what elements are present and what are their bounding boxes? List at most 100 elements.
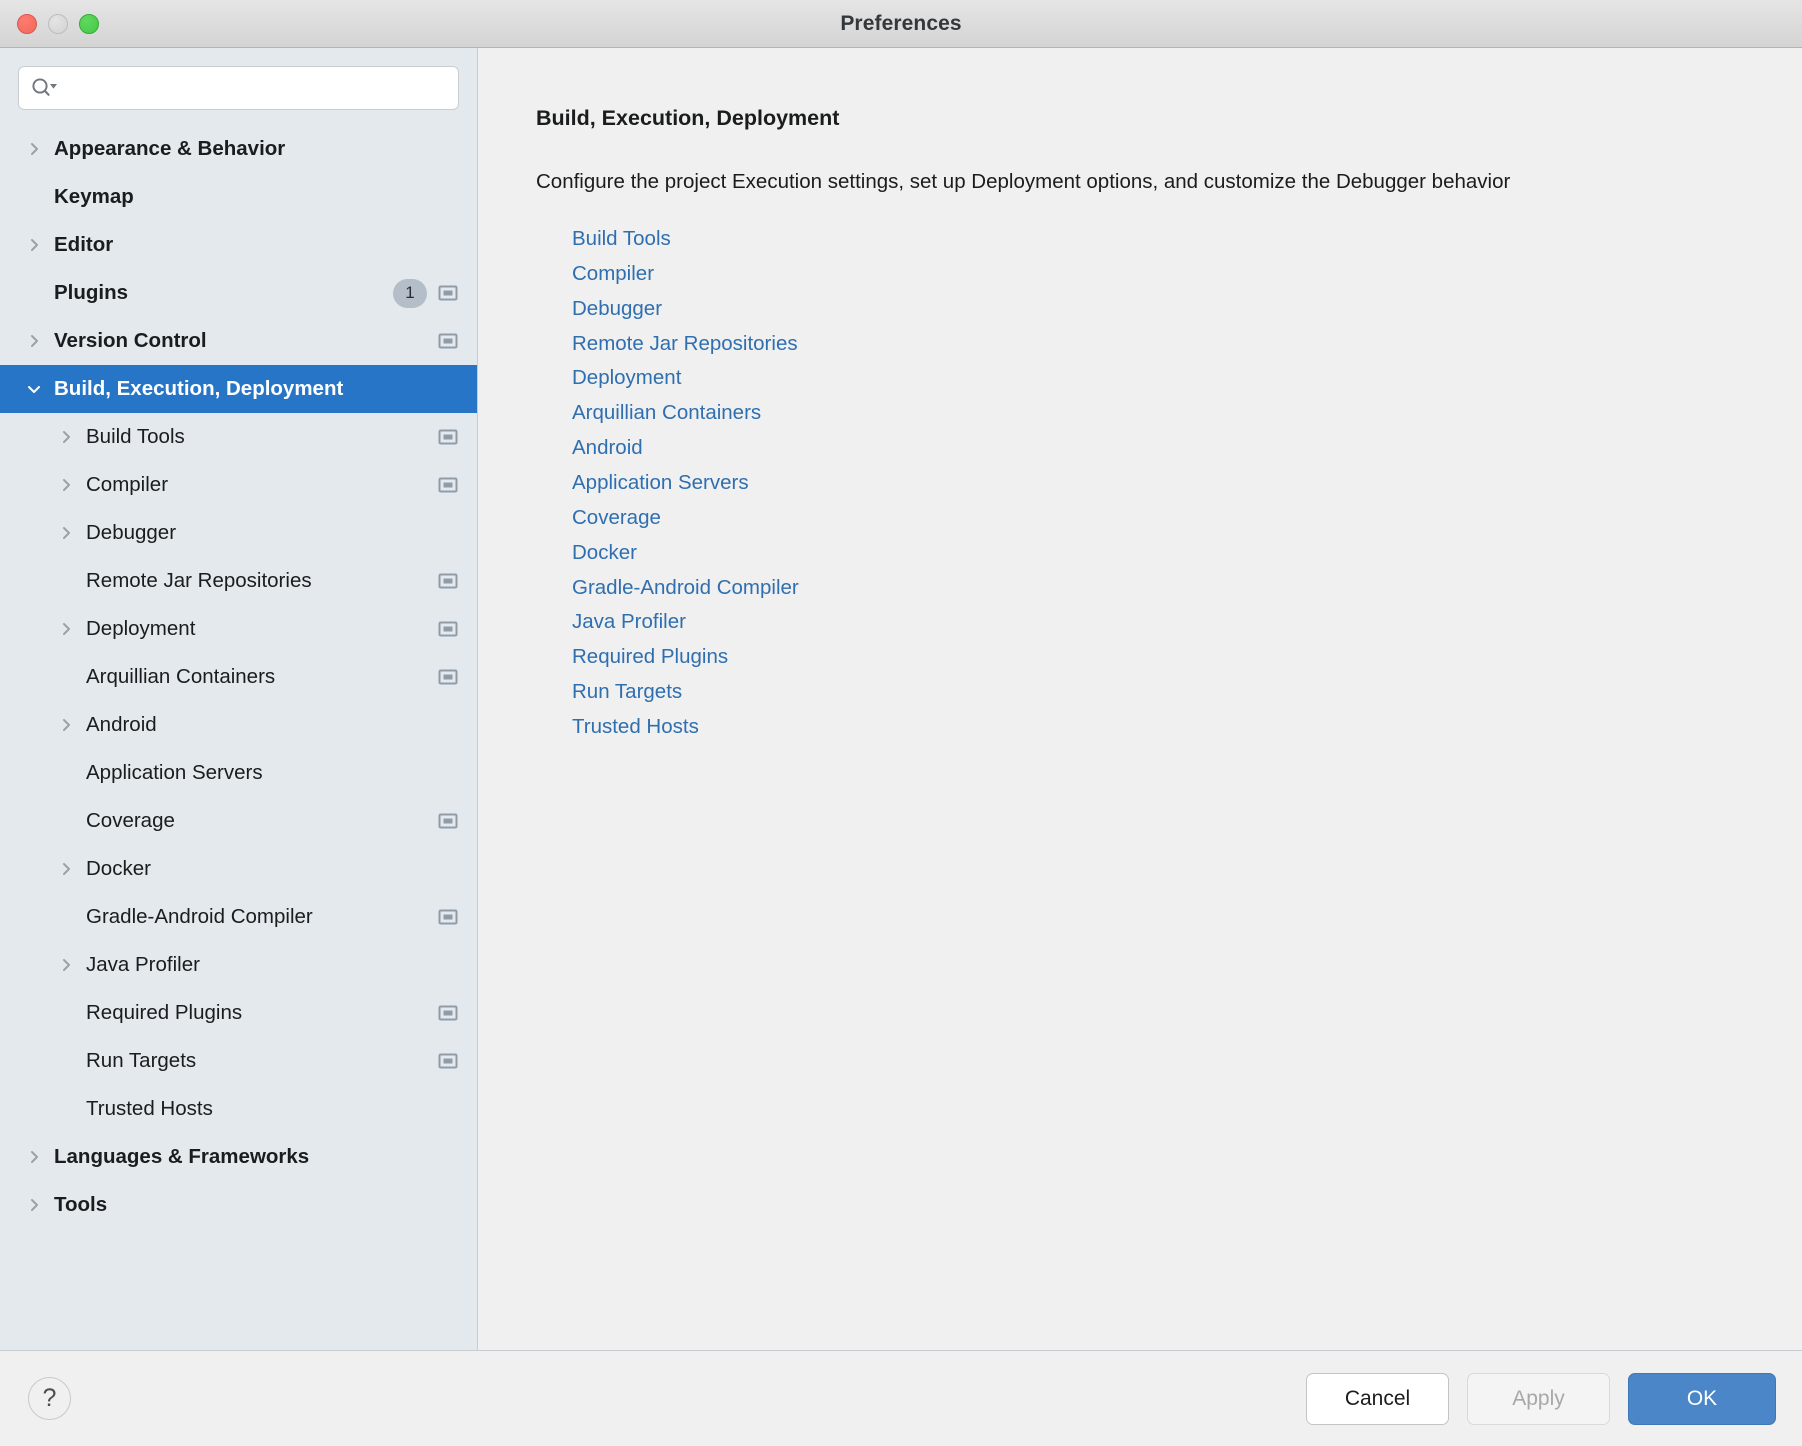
- sidebar-item-debugger[interactable]: Debugger: [0, 509, 477, 557]
- subpage-link[interactable]: Trusted Hosts: [572, 710, 699, 745]
- sidebar-item-label: Build Tools: [86, 425, 185, 448]
- subpage-link[interactable]: Gradle-Android Compiler: [572, 571, 799, 606]
- subpage-link[interactable]: Build Tools: [572, 222, 671, 257]
- sidebar-item-version-control[interactable]: Version Control: [0, 317, 477, 365]
- sidebar-item-arquillian-containers[interactable]: Arquillian Containers: [0, 653, 477, 701]
- sidebar-item-tools[interactable]: Tools: [0, 1181, 477, 1229]
- sidebar-item-compiler[interactable]: Compiler: [0, 461, 477, 509]
- subpage-link[interactable]: Debugger: [572, 292, 662, 327]
- sidebar-item-appearance-behavior[interactable]: Appearance & Behavior: [0, 125, 477, 173]
- dialog-footer: ? Cancel Apply OK: [0, 1350, 1802, 1446]
- search-input[interactable]: [61, 78, 448, 98]
- chevron-right-icon[interactable]: [58, 413, 84, 461]
- ok-button[interactable]: OK: [1628, 1372, 1776, 1425]
- chevron-right-icon[interactable]: [58, 701, 84, 749]
- sidebar-item-label: Keymap: [54, 185, 134, 208]
- subpage-link[interactable]: Run Targets: [572, 675, 682, 710]
- chevron-right-icon[interactable]: [58, 605, 84, 653]
- dialog-body: Appearance & Behavior Keymap Editor Plugins…: [0, 48, 1802, 1350]
- sidebar-item-label: Appearance & Behavior: [54, 137, 286, 160]
- page-description: Configure the project Execution settings…: [536, 170, 1511, 193]
- subpage-link[interactable]: Deployment: [572, 361, 681, 396]
- sidebar-item-trusted-hosts[interactable]: Trusted Hosts: [0, 1085, 477, 1133]
- project-settings-icon: [437, 1002, 459, 1024]
- sidebar-item-label: Android: [86, 713, 157, 736]
- sidebar-item-label: Java Profiler: [86, 953, 200, 976]
- chevron-placeholder: [58, 1085, 84, 1133]
- sidebar-item-coverage[interactable]: Coverage: [0, 797, 477, 845]
- title-bar: Preferences: [0, 0, 1802, 48]
- chevron-right-icon[interactable]: [26, 1133, 52, 1181]
- sidebar-item-remote-jar-repositories[interactable]: Remote Jar Repositories: [0, 557, 477, 605]
- apply-button[interactable]: Apply: [1467, 1372, 1610, 1425]
- subpage-link[interactable]: Arquillian Containers: [572, 396, 761, 431]
- sidebar-item-label: Trusted Hosts: [86, 1097, 213, 1120]
- subpage-link[interactable]: Remote Jar Repositories: [572, 327, 798, 362]
- subpage-link[interactable]: Compiler: [572, 257, 654, 292]
- chevron-right-icon[interactable]: [58, 509, 84, 557]
- chevron-placeholder: [58, 797, 84, 845]
- sidebar-item-run-targets[interactable]: Run Targets: [0, 1037, 477, 1085]
- chevron-right-icon[interactable]: [58, 461, 84, 509]
- project-settings-icon: [437, 474, 459, 496]
- sidebar-item-java-profiler[interactable]: Java Profiler: [0, 941, 477, 989]
- settings-content-panel: Build, Execution, Deployment Configure t…: [478, 48, 1802, 1350]
- sidebar-item-label: Run Targets: [86, 1049, 197, 1072]
- sidebar-item-languages-frameworks[interactable]: Languages & Frameworks: [0, 1133, 477, 1181]
- chevron-right-icon[interactable]: [58, 941, 84, 989]
- search-icon: [29, 76, 59, 100]
- status-badge: 1: [393, 278, 427, 308]
- sidebar-item-build-execution-deployment[interactable]: Build, Execution, Deployment: [0, 365, 477, 413]
- window-title: Preferences: [840, 11, 962, 35]
- sidebar-item-label: Build, Execution, Deployment: [54, 377, 344, 400]
- subpage-link[interactable]: Coverage: [572, 501, 661, 536]
- help-button[interactable]: ?: [28, 1377, 71, 1420]
- chevron-down-icon[interactable]: [26, 365, 52, 413]
- chevron-placeholder: [58, 557, 84, 605]
- settings-tree[interactable]: Appearance & Behavior Keymap Editor Plugins…: [0, 120, 477, 1350]
- chevron-right-icon[interactable]: [26, 317, 52, 365]
- sidebar-item-android[interactable]: Android: [0, 701, 477, 749]
- settings-sidebar: Appearance & Behavior Keymap Editor Plugins…: [0, 48, 478, 1350]
- subpage-link[interactable]: Docker: [572, 536, 637, 571]
- sidebar-item-label: Coverage: [86, 809, 175, 832]
- sidebar-item-label: Compiler: [86, 473, 169, 496]
- project-settings-icon: [437, 810, 459, 832]
- cancel-button[interactable]: Cancel: [1306, 1372, 1449, 1425]
- sidebar-item-label: Application Servers: [86, 761, 263, 784]
- chevron-placeholder: [26, 173, 52, 221]
- sidebar-item-label: Version Control: [54, 329, 207, 352]
- sidebar-item-required-plugins[interactable]: Required Plugins: [0, 989, 477, 1037]
- sidebar-item-label: Languages & Frameworks: [54, 1145, 310, 1168]
- chevron-placeholder: [26, 269, 52, 317]
- preferences-window: Preferences Appearance & Behavior Keymap: [0, 0, 1802, 1446]
- subpage-link[interactable]: Java Profiler: [572, 605, 686, 640]
- sidebar-item-label: Tools: [54, 1193, 108, 1216]
- sidebar-item-label: Debugger: [86, 521, 177, 544]
- sidebar-item-label: Required Plugins: [86, 1001, 243, 1024]
- project-settings-icon: [437, 666, 459, 688]
- subpage-link[interactable]: Android: [572, 431, 643, 466]
- project-settings-icon: [437, 906, 459, 928]
- chevron-right-icon[interactable]: [26, 125, 52, 173]
- subpage-link[interactable]: Application Servers: [572, 466, 749, 501]
- sidebar-item-build-tools[interactable]: Build Tools: [0, 413, 477, 461]
- chevron-placeholder: [58, 749, 84, 797]
- subpage-link-list: Build Tools Compiler Debugger Remote Jar Re…: [536, 222, 1802, 745]
- sidebar-item-application-servers[interactable]: Application Servers: [0, 749, 477, 797]
- chevron-placeholder: [58, 989, 84, 1037]
- sidebar-item-plugins[interactable]: Plugins 1: [0, 269, 477, 317]
- sidebar-item-gradle-android-compiler[interactable]: Gradle-Android Compiler: [0, 893, 477, 941]
- sidebar-item-label: Editor: [54, 233, 114, 256]
- search-box[interactable]: [18, 66, 459, 110]
- project-settings-icon: [437, 330, 459, 352]
- chevron-placeholder: [58, 653, 84, 701]
- sidebar-item-docker[interactable]: Docker: [0, 845, 477, 893]
- sidebar-item-editor[interactable]: Editor: [0, 221, 477, 269]
- chevron-right-icon[interactable]: [58, 845, 84, 893]
- chevron-right-icon[interactable]: [26, 1181, 52, 1229]
- subpage-link[interactable]: Required Plugins: [572, 640, 728, 675]
- chevron-right-icon[interactable]: [26, 221, 52, 269]
- sidebar-item-keymap[interactable]: Keymap: [0, 173, 477, 221]
- sidebar-item-deployment[interactable]: Deployment: [0, 605, 477, 653]
